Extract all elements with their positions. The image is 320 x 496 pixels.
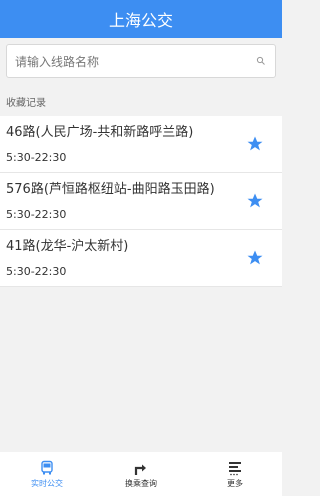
menu-lines-icon xyxy=(229,461,241,475)
list-item[interactable]: 41路(龙华-沪太新村) 5:30-22:30 xyxy=(0,230,282,287)
route-hours: 5:30-22:30 xyxy=(6,207,67,221)
route-info: 46路(人民广场-共和新路呼兰路) 5:30-22:30 xyxy=(6,125,246,164)
tab-label: 实时公交 xyxy=(31,478,63,488)
route-name: 46路(人民广场-共和新路呼兰路) xyxy=(6,124,194,140)
star-icon[interactable] xyxy=(246,135,264,153)
route-hours: 5:30-22:30 xyxy=(6,264,67,278)
page-title: 上海公交 xyxy=(108,11,173,30)
favorites-list: 46路(人民广场-共和新路呼兰路) 5:30-22:30 576路(芦恒路枢纽站… xyxy=(0,116,282,287)
app-header: 上海公交 xyxy=(0,0,282,38)
search-bar-container: 请输入线路名称 xyxy=(0,38,282,88)
tab-realtime-bus[interactable]: 实时公交 xyxy=(7,460,87,489)
search-placeholder: 请输入线路名称 xyxy=(15,54,100,69)
tab-label: 换乘查询 xyxy=(125,478,157,488)
tab-more[interactable]: 更多 xyxy=(195,460,275,489)
favorites-section-label: 收藏记录 xyxy=(6,98,46,109)
route-info: 41路(龙华-沪太新村) 5:30-22:30 xyxy=(6,239,246,278)
route-name: 576路(芦恒路枢纽站-曲阳路玉田路) xyxy=(6,181,215,197)
route-hours: 5:30-22:30 xyxy=(6,150,67,164)
search-icon[interactable] xyxy=(255,55,267,67)
tab-transfer-query[interactable]: 换乘查询 xyxy=(101,460,181,489)
route-info: 576路(芦恒路枢纽站-曲阳路玉田路) 5:30-22:30 xyxy=(6,182,246,221)
list-item[interactable]: 576路(芦恒路枢纽站-曲阳路玉田路) 5:30-22:30 xyxy=(0,173,282,230)
list-item[interactable]: 46路(人民广场-共和新路呼兰路) 5:30-22:30 xyxy=(0,116,282,173)
bus-icon xyxy=(41,460,53,474)
route-turn-icon xyxy=(134,464,146,475)
star-icon[interactable] xyxy=(246,249,264,267)
star-icon[interactable] xyxy=(246,192,264,210)
search-input[interactable]: 请输入线路名称 xyxy=(6,44,276,78)
bottom-tab-bar: 实时公交 换乘查询 更多 xyxy=(0,452,282,496)
tab-label: 更多 xyxy=(227,478,243,488)
route-name: 41路(龙华-沪太新村) xyxy=(6,238,129,254)
